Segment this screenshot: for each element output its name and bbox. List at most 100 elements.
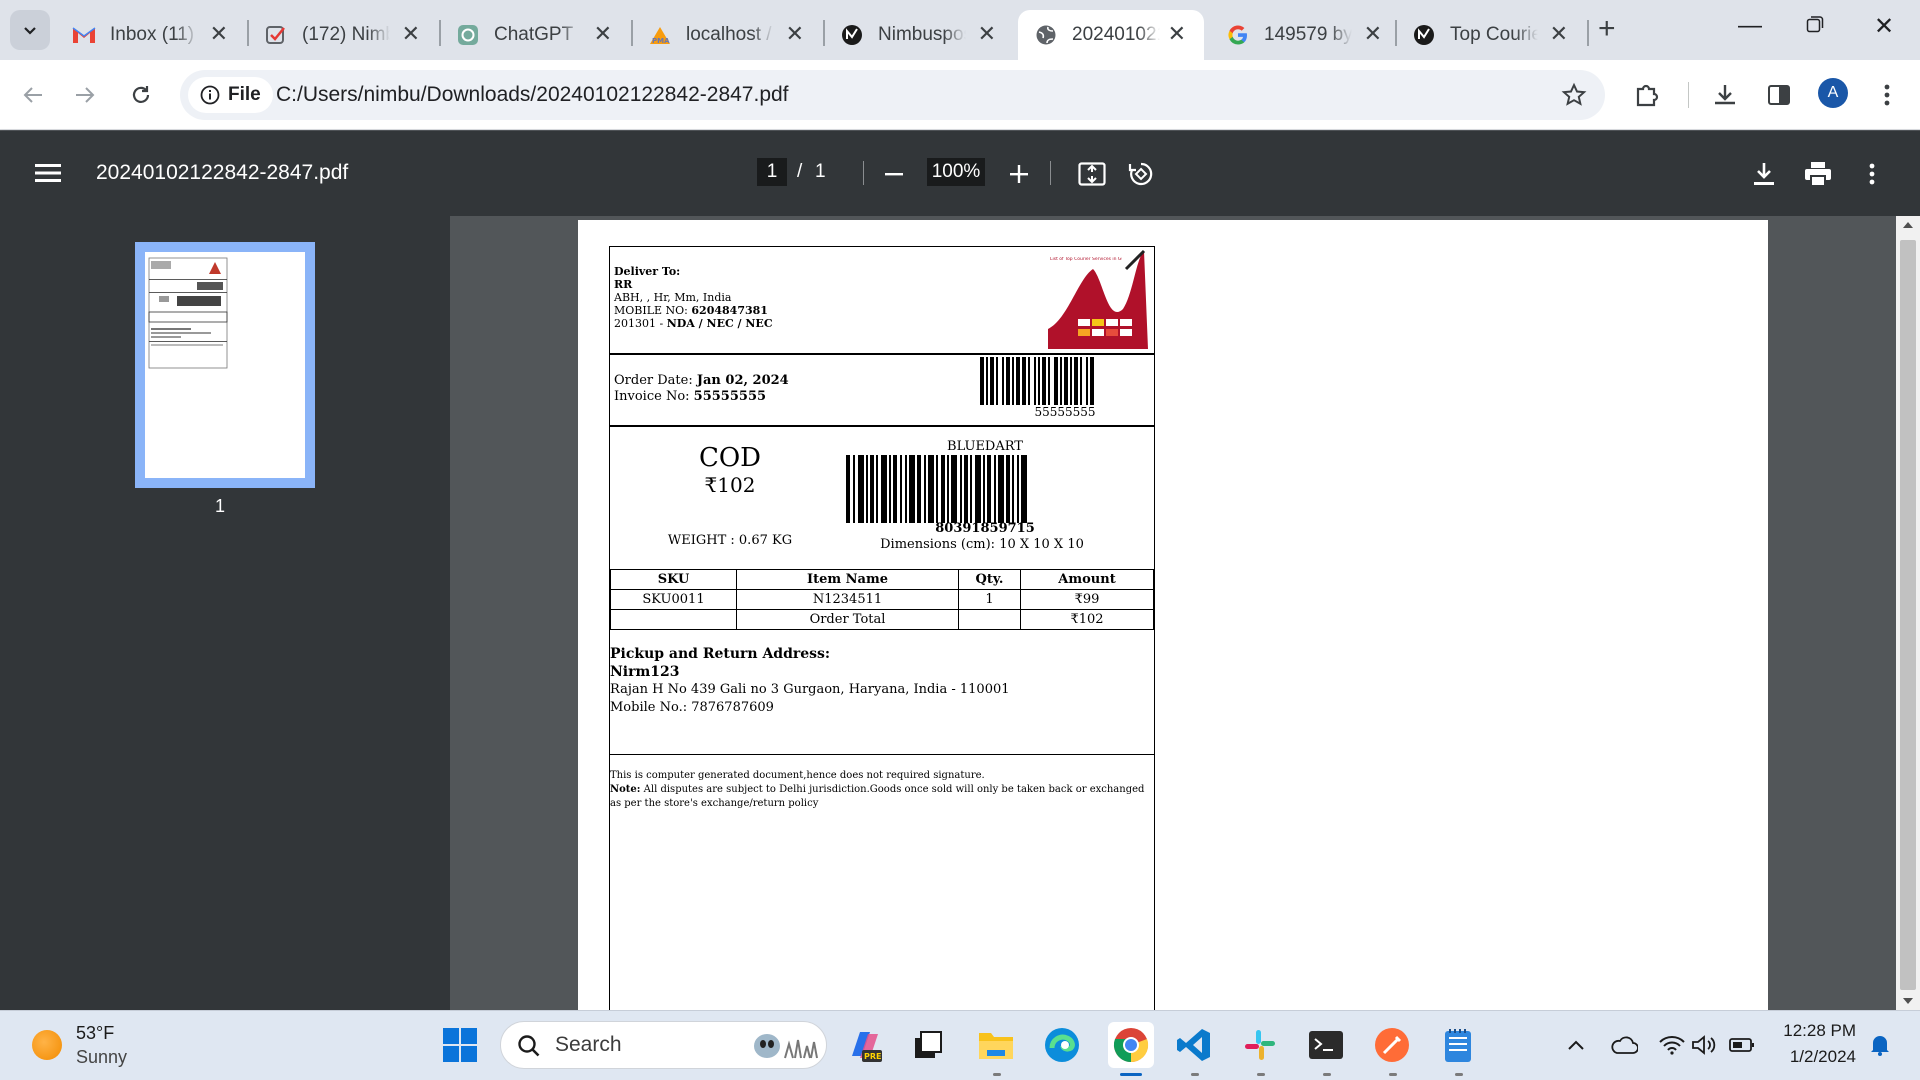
column-header: Item Name [736, 569, 959, 590]
tab-strip: Inbox (11) ✕ (172) Nimbuspost ✕ ChatGPT … [0, 0, 1920, 60]
weather-condition[interactable]: Sunny [76, 1047, 127, 1068]
google-icon [1226, 23, 1250, 47]
close-icon[interactable]: ✕ [594, 23, 612, 45]
back-button[interactable] [18, 80, 48, 110]
side-panel-button[interactable] [1764, 80, 1794, 110]
close-icon[interactable]: ✕ [978, 23, 996, 45]
address-bar[interactable]: File C:/Users/nimbu/Downloads/2024010212… [180, 70, 1605, 120]
puzzle-icon [1636, 84, 1659, 107]
extensions-button[interactable] [1632, 80, 1662, 110]
site-info-chip[interactable]: File [188, 77, 273, 113]
restore-button[interactable] [1806, 12, 1824, 40]
profile-avatar[interactable]: A [1818, 78, 1848, 108]
tab-google[interactable]: 149579 by ✕ [1210, 10, 1400, 60]
tab-nimbuspost[interactable]: Nimbuspost ✕ [824, 10, 1014, 60]
url-text[interactable]: C:/Users/nimbu/Downloads/20240102122842-… [276, 83, 789, 107]
show-hidden-icons-button[interactable] [1556, 1025, 1596, 1065]
task-view-app[interactable] [908, 1025, 948, 1065]
chrome-app[interactable] [1108, 1022, 1154, 1068]
hamburger-menu-icon[interactable] [35, 162, 61, 189]
pdf-more-button[interactable] [1856, 158, 1888, 190]
zoom-level-input[interactable]: 100% [927, 158, 985, 186]
sun-weather-icon[interactable] [32, 1030, 62, 1060]
forward-button[interactable] [70, 80, 100, 110]
footer-note: Note: All disputes are subject to Delhi … [610, 783, 1154, 811]
minimize-button[interactable]: — [1738, 12, 1762, 40]
scroll-down-arrow-icon[interactable] [1902, 996, 1914, 1006]
chip-label: File [228, 84, 261, 105]
browser-toolbar: File C:/Users/nimbu/Downloads/2024010212… [0, 60, 1920, 130]
close-icon[interactable]: ✕ [786, 23, 804, 45]
order-date-line: Order Date: Jan 02, 2024 [614, 373, 914, 389]
close-icon[interactable]: ✕ [1364, 23, 1382, 45]
weather-temperature[interactable]: 53°F [76, 1023, 114, 1044]
rotate-button[interactable] [1125, 158, 1157, 190]
downloads-button[interactable] [1710, 80, 1740, 110]
system-clock[interactable]: 12:28 PM 1/2/2024 [1774, 1021, 1856, 1067]
chrome-icon [1113, 1028, 1149, 1063]
edge-app[interactable] [1042, 1025, 1082, 1065]
copilot-app[interactable]: PRE [845, 1025, 885, 1065]
close-icon[interactable]: ✕ [210, 23, 228, 45]
scrollbar-thumb[interactable] [1900, 240, 1916, 990]
minus-icon [885, 173, 903, 176]
tab-pdf-active[interactable]: 20240102122842-2847.pdf ✕ [1018, 10, 1204, 60]
svg-text:PMA: PMA [652, 37, 670, 45]
arrow-right-icon [76, 87, 95, 103]
order-date-label: Order Date: [614, 373, 697, 388]
taskbar-search-box[interactable]: Search [500, 1021, 827, 1069]
weight-text: WEIGHT : 0.67 KG [667, 533, 793, 548]
restore-icon [1806, 16, 1824, 33]
page-thumbnail[interactable] [135, 242, 315, 488]
postman-app[interactable] [1372, 1025, 1412, 1065]
thumbnail-sidebar: 1 [0, 216, 450, 1010]
close-icon[interactable]: ✕ [402, 23, 420, 45]
battery-tray[interactable] [1722, 1025, 1762, 1065]
order-date: Jan 02, 2024 [696, 373, 789, 388]
tab-title: (172) Nimbuspost [302, 24, 390, 45]
new-tab-button[interactable]: + [1598, 14, 1616, 44]
tab-chatgpt[interactable]: ChatGPT ✕ [440, 10, 630, 60]
scroll-up-arrow-icon[interactable] [1902, 220, 1914, 230]
slack-icon [1245, 1030, 1275, 1060]
phpmyadmin-icon: PMA [648, 23, 672, 47]
notepad-app[interactable] [1438, 1025, 1478, 1065]
tab-search-button[interactable] [10, 10, 50, 50]
volume-tray[interactable] [1684, 1025, 1724, 1065]
slack-app[interactable] [1240, 1025, 1280, 1065]
note-label: Note: [610, 784, 641, 795]
zoom-out-button[interactable] [878, 158, 910, 190]
page-number-input[interactable]: 1 [757, 158, 787, 186]
recipient-pin-line: 201301 - NDA / NEC / NEC [614, 317, 1014, 330]
terminal-icon [1309, 1031, 1343, 1059]
tab-title: 149579 by [1264, 24, 1352, 45]
onedrive-tray[interactable] [1604, 1025, 1644, 1065]
reload-button[interactable] [126, 80, 156, 110]
pdf-download-button[interactable] [1748, 158, 1780, 190]
more-vert-icon [1884, 84, 1890, 106]
notifications-button[interactable] [1860, 1025, 1900, 1065]
windows-taskbar: 53°F Sunny Search PRE 12:28 PM 1/2/2024 [0, 1010, 1920, 1080]
vscode-icon [1177, 1029, 1210, 1061]
window-close-button[interactable]: ✕ [1874, 12, 1894, 41]
tab-nimbuspost-172[interactable]: (172) Nimbuspost ✕ [248, 10, 438, 60]
vertical-scrollbar[interactable] [1896, 216, 1920, 1010]
close-icon[interactable]: ✕ [1168, 23, 1186, 45]
tab-gmail[interactable]: Inbox (11) ✕ [56, 10, 246, 60]
zoom-in-button[interactable] [1003, 158, 1035, 190]
bookmark-star-icon[interactable] [1561, 82, 1587, 113]
fit-page-button[interactable] [1076, 158, 1108, 190]
nimbus-icon [1412, 23, 1436, 47]
chrome-menu-button[interactable] [1872, 80, 1902, 110]
terminal-app[interactable] [1306, 1025, 1346, 1065]
print-button[interactable] [1802, 158, 1834, 190]
vscode-app[interactable] [1174, 1025, 1214, 1065]
recipient-address: ABH, , Hr, Mm, India [614, 291, 732, 304]
start-button[interactable] [440, 1025, 480, 1065]
bell-icon [1871, 1036, 1889, 1056]
tab-top-courier[interactable]: Top Courier ✕ [1396, 10, 1586, 60]
tab-localhost[interactable]: PMA localhost / 127.0.0.1 ✕ [632, 10, 822, 60]
close-icon[interactable]: ✕ [1550, 23, 1568, 45]
file-explorer-app[interactable] [976, 1025, 1016, 1065]
barcode-bar [1090, 357, 1094, 405]
